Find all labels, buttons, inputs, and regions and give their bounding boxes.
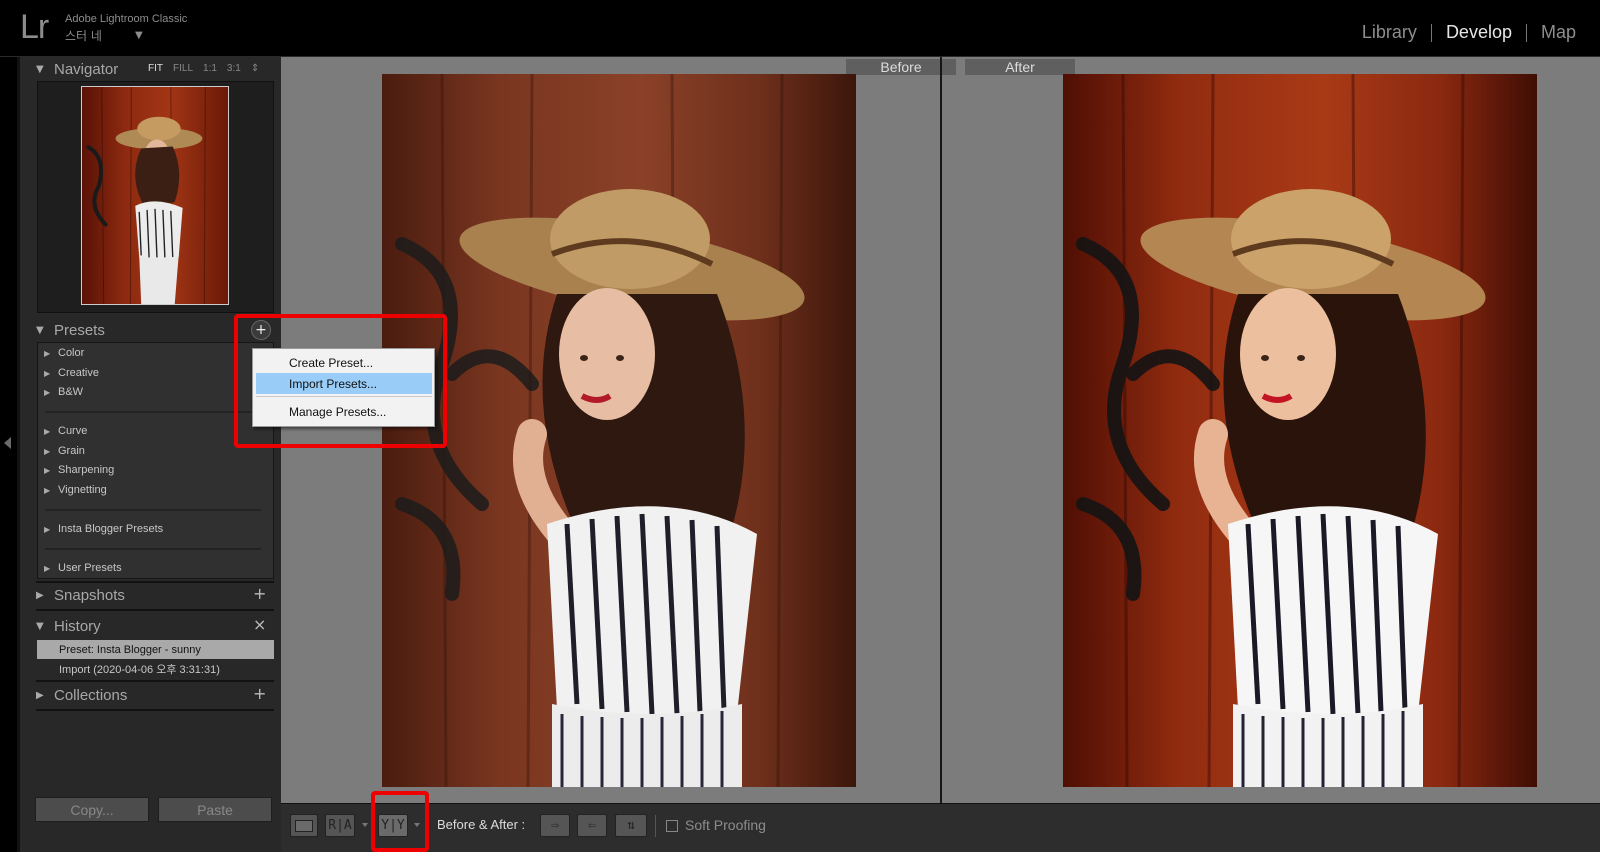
toolbar-separator (655, 815, 656, 837)
zoom-1-1[interactable]: 1:1 (203, 63, 217, 74)
menu-manage-presets[interactable]: Manage Presets... (256, 401, 432, 422)
panel-divider (36, 609, 274, 611)
preset-context-menu: Create Preset... Import Presets... Manag… (252, 348, 435, 427)
soft-proofing-label[interactable]: Soft Proofing (685, 817, 766, 833)
copy-after-to-before-button[interactable]: ⇦ (577, 814, 607, 837)
add-preset-button[interactable]: + (251, 320, 271, 340)
expand-triangle-icon[interactable]: ▼ (36, 325, 54, 336)
add-snapshot-button[interactable]: + (253, 584, 266, 603)
before-after-yy-button[interactable]: Y|Y (378, 814, 408, 837)
zoom-fit[interactable]: FIT (148, 63, 163, 74)
navigator-thumbnail[interactable] (81, 86, 229, 305)
after-photo[interactable] (1063, 74, 1537, 787)
navigator-title: Navigator (54, 60, 119, 78)
plus-icon[interactable]: + (251, 320, 271, 340)
history-header[interactable]: ▼ History (36, 614, 276, 638)
identity-dropdown-icon[interactable]: ▼ (135, 30, 143, 41)
view-mode-dropdown-icon[interactable] (414, 823, 420, 827)
expand-triangle-icon[interactable]: ▼ (36, 64, 54, 75)
before-photo[interactable] (382, 74, 856, 787)
snapshots-header[interactable]: ▶ Snapshots (36, 583, 276, 607)
preset-group-creative[interactable]: ▶ Creative (44, 367, 99, 379)
preset-divider (45, 509, 261, 511)
loupe-view-button[interactable] (290, 814, 318, 837)
app-title: Adobe Lightroom Classic (65, 13, 188, 25)
panel-divider (36, 680, 274, 682)
module-library[interactable]: Library (1348, 22, 1431, 43)
navigator-zoom-options: FIT FILL 1:1 3:1 ⇕ (148, 63, 259, 74)
zoom-more-icon[interactable]: ⇕ (251, 63, 259, 74)
presets-title: Presets (54, 321, 105, 339)
identity-plate[interactable]: 스터 네 (65, 27, 102, 44)
disclosure-triangle-icon[interactable]: ▶ (44, 369, 58, 378)
menu-separator (256, 396, 432, 397)
arrow-right-icon: ⇨ (551, 818, 559, 833)
left-panel-toggle-strip[interactable] (0, 57, 17, 852)
collapse-left-panel-icon[interactable] (4, 437, 11, 449)
after-label: After (965, 59, 1075, 75)
zoom-3-1[interactable]: 3:1 (227, 63, 241, 74)
loupe-view-icon (295, 819, 313, 832)
collections-title: Collections (54, 686, 128, 704)
preset-group-user[interactable]: ▶ User Presets (44, 562, 122, 574)
soft-proofing-checkbox[interactable] (666, 820, 678, 832)
history-item-import[interactable]: Import (2020-04-06 오후 3:31:31) (37, 659, 274, 678)
before-after-label: Before & After : (437, 817, 526, 832)
preset-group-sharpening[interactable]: ▶ Sharpening (44, 464, 114, 476)
presets-header[interactable]: ▼ Presets (36, 318, 276, 342)
add-collection-button[interactable]: + (253, 684, 266, 703)
menu-create-preset[interactable]: Create Preset... (256, 352, 432, 373)
copy-before-to-after-button[interactable]: ⇨ (540, 814, 570, 837)
preset-group-grain[interactable]: ▶ Grain (44, 445, 85, 457)
collapsed-triangle-icon[interactable]: ▶ (36, 590, 54, 601)
clear-history-button[interactable]: × (253, 615, 266, 634)
module-develop[interactable]: Develop (1432, 22, 1526, 43)
top-bar: Lr Adobe Lightroom Classic 스터 네 ▼ Librar… (0, 0, 1600, 57)
preset-divider (45, 548, 261, 550)
disclosure-triangle-icon[interactable]: ▶ (44, 427, 58, 436)
disclosure-triangle-icon[interactable]: ▶ (44, 466, 58, 475)
panel-divider (36, 709, 274, 711)
disclosure-triangle-icon[interactable]: ▶ (44, 525, 58, 534)
history-item-preset[interactable]: Preset: Insta Blogger - sunny (37, 640, 274, 659)
snapshots-title: Snapshots (54, 586, 125, 604)
collections-header[interactable]: ▶ Collections (36, 683, 276, 707)
paste-settings-button[interactable]: Paste (158, 797, 272, 822)
before-after-view: Before After (281, 57, 1600, 803)
arrow-left-icon: ⇦ (588, 818, 596, 833)
view-mode-dropdown-icon[interactable] (362, 823, 368, 827)
disclosure-triangle-icon[interactable]: ▶ (44, 447, 58, 456)
swap-before-after-button[interactable]: ⇅ (615, 814, 647, 837)
disclosure-triangle-icon[interactable]: ▶ (44, 564, 58, 573)
copy-settings-button[interactable]: Copy... (35, 797, 149, 822)
module-picker: Library Develop Map (1348, 22, 1590, 43)
disclosure-triangle-icon[interactable]: ▶ (44, 349, 58, 358)
swap-icon: ⇅ (627, 818, 635, 833)
preset-group-color[interactable]: ▶ Color (44, 347, 84, 359)
lightroom-logo: Lr (20, 8, 49, 46)
before-after-divider (940, 57, 942, 803)
disclosure-triangle-icon[interactable]: ▶ (44, 388, 58, 397)
preset-group-bw[interactable]: ▶ B&W (44, 386, 83, 398)
preset-divider (45, 411, 261, 413)
module-map[interactable]: Map (1527, 22, 1590, 43)
collapsed-triangle-icon[interactable]: ▶ (36, 690, 54, 701)
disclosure-triangle-icon[interactable]: ▶ (44, 486, 58, 495)
before-after-left-right-button[interactable]: R|A (325, 814, 355, 837)
bottom-toolbar: R|A Y|Y Before & After : ⇨ ⇦ ⇅ Soft Proo… (281, 803, 1600, 852)
preset-group-curve[interactable]: ▶ Curve (44, 425, 87, 437)
expand-triangle-icon[interactable]: ▼ (36, 621, 54, 632)
zoom-fill[interactable]: FILL (173, 63, 193, 74)
preset-group-insta-blogger[interactable]: ▶ Insta Blogger Presets (44, 523, 163, 535)
left-panel: ▼ Navigator FIT FILL 1:1 3:1 ⇕ ▼ Presets (17, 57, 281, 852)
preset-group-vignetting[interactable]: ▶ Vignetting (44, 484, 107, 496)
history-title: History (54, 617, 101, 635)
menu-import-presets[interactable]: Import Presets... (256, 373, 432, 394)
